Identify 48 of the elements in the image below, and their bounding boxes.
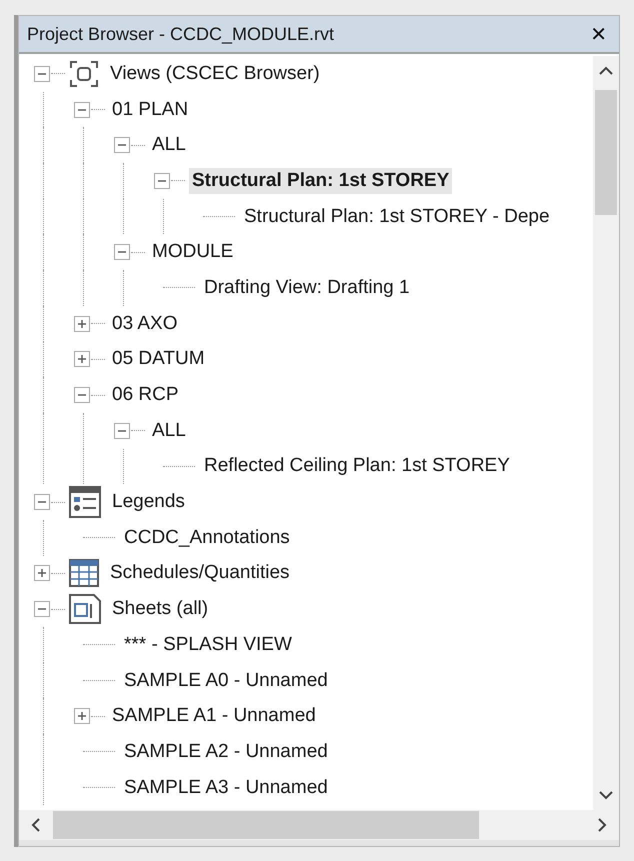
tree-item[interactable]: *** - SPLASH VIEW (121, 632, 295, 658)
expand-toggle[interactable] (73, 100, 91, 119)
scroll-thumb[interactable] (595, 90, 617, 215)
expand-toggle[interactable] (73, 386, 91, 404)
tree-item[interactable]: ALL (149, 418, 189, 444)
tree-item[interactable]: 03 AXO (109, 310, 180, 337)
tree-item[interactable]: Structural Plan: 1st STOREY - Depe (241, 204, 553, 230)
table-icon (69, 559, 99, 588)
expand-toggle[interactable] (33, 493, 51, 512)
tree-item[interactable]: SAMPLE A1 - Unnamed (109, 703, 319, 730)
tree-item[interactable]: SAMPLE A0 - Unnamed (121, 668, 331, 694)
tree-item[interactable]: Structural Plan: 1st STOREY (189, 168, 452, 194)
scroll-left-icon[interactable] (31, 818, 41, 832)
expand-toggle[interactable] (33, 64, 51, 83)
expand-toggle[interactable] (113, 243, 131, 262)
tree-item[interactable]: SAMPLE A3 - Unnamed (121, 774, 331, 801)
tree-item[interactable]: MODULE (149, 239, 236, 266)
expand-toggle[interactable] (153, 172, 171, 190)
expand-toggle[interactable] (113, 422, 131, 440)
tree-item[interactable]: 01 PLAN (109, 96, 192, 123)
tree-item[interactable]: CCDC_Annotations (121, 524, 293, 551)
expand-toggle[interactable] (73, 707, 91, 726)
vertical-scrollbar[interactable] (593, 56, 619, 810)
tree-item[interactable]: 06 RCP (109, 382, 182, 408)
legend-icon (69, 486, 101, 518)
expand-toggle[interactable] (113, 136, 131, 154)
view-icon (69, 60, 99, 88)
tree-item[interactable]: Legends (109, 489, 188, 516)
close-button[interactable]: ✕ (586, 22, 611, 46)
scroll-down-icon[interactable] (599, 790, 613, 800)
tree-item[interactable]: Views (CSCEC Browser) (107, 60, 323, 87)
tree-item[interactable]: SAMPLE A2 - Unnamed (121, 738, 331, 765)
tree-item[interactable]: Reflected Ceiling Plan: 1st STOREY (201, 453, 513, 480)
tree-item[interactable]: Sheets (all) (109, 596, 212, 622)
horizontal-scrollbar[interactable] (19, 810, 619, 846)
scroll-right-icon[interactable] (597, 818, 607, 832)
sheet-icon (69, 594, 101, 624)
expand-toggle[interactable] (73, 314, 91, 333)
expand-toggle[interactable] (33, 600, 51, 618)
scroll-up-icon[interactable] (599, 66, 613, 76)
tree-item[interactable]: Schedules/Quantities (107, 560, 293, 586)
expand-toggle[interactable] (73, 350, 91, 368)
window-title: Project Browser - CCDC_MODULE.rvt (27, 24, 334, 44)
tree-item[interactable]: 05 DATUM (109, 346, 208, 372)
scroll-thumb[interactable] (53, 811, 479, 839)
expand-toggle[interactable] (33, 564, 51, 582)
tree-item[interactable]: Drafting View: Drafting 1 (201, 274, 413, 301)
tree-item[interactable]: ALL (149, 132, 189, 158)
